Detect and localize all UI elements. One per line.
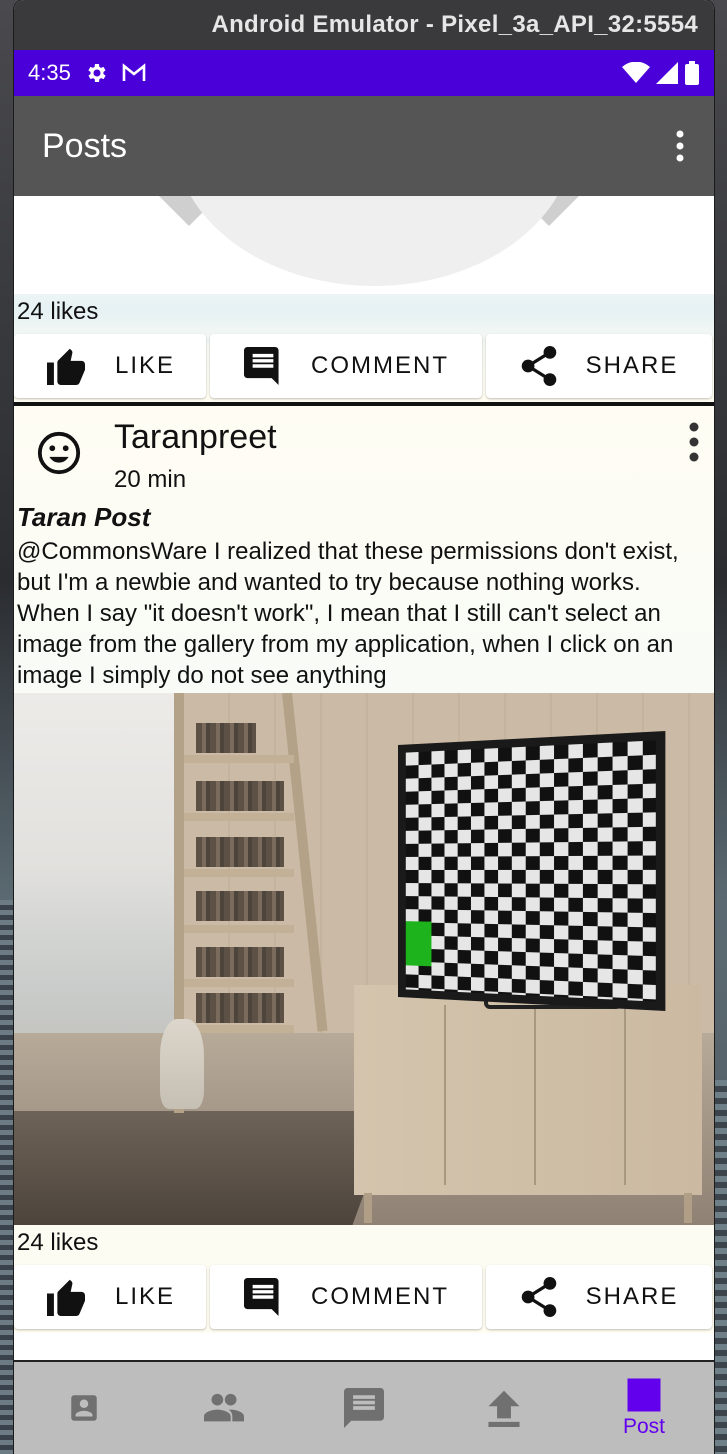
post-title: Taran Post [17, 502, 151, 532]
like-button[interactable]: LIKE [14, 1265, 206, 1329]
like-button[interactable]: LIKE [14, 334, 206, 398]
status-right-icons [622, 61, 700, 85]
post-actions: LIKE COMMENT SHARE [14, 1265, 714, 1333]
comment-icon [244, 1278, 279, 1316]
status-time: 4:35 [28, 60, 71, 85]
like-label: LIKE [114, 1283, 176, 1310]
share-icon [521, 1277, 556, 1317]
app-bar: Posts [14, 96, 714, 196]
desktop-backdrop-left [0, 900, 14, 1454]
post-meta: Taranpreet 20 min [114, 418, 277, 494]
thumb-up-icon [46, 348, 85, 385]
settings-gear-icon [85, 61, 109, 85]
page-title: Posts [42, 126, 128, 165]
post-image-default-avatar [14, 196, 714, 294]
share-label: SHARE [585, 1283, 679, 1310]
gmail-icon [121, 62, 147, 84]
nav-item-upload[interactable] [434, 1362, 574, 1454]
post-card: Taranpreet 20 min Taran Post @CommonsWar… [14, 406, 714, 1333]
share-icon [521, 346, 556, 386]
window-titlebar[interactable]: Android Emulator - Pixel_3a_API_32:5554 [14, 0, 714, 50]
status-bar: 4:35 [14, 50, 714, 96]
battery-icon [685, 61, 699, 85]
post-header: Taranpreet 20 min [14, 406, 714, 502]
posts-feed[interactable]: 24 likes LIKE COMMENT SHARE Taranpreet 2… [14, 196, 714, 1362]
comment-icon [244, 347, 279, 385]
post-image[interactable] [14, 693, 714, 1225]
post-author[interactable]: Taranpreet [114, 418, 277, 456]
nav-label-post: Post [622, 1415, 666, 1438]
people-icon [204, 1393, 244, 1422]
post-actions: LIKE COMMENT SHARE [14, 334, 714, 402]
desktop-backdrop-right [715, 1080, 727, 1454]
likes-count: 24 likes [17, 298, 99, 325]
nav-item-post[interactable]: Post [574, 1362, 714, 1454]
cell-signal-icon [656, 62, 678, 84]
share-button[interactable]: SHARE [486, 334, 712, 398]
like-label: LIKE [114, 352, 176, 379]
post-square-icon [627, 1378, 661, 1412]
upload-icon [488, 1390, 520, 1427]
comment-label: COMMENT [311, 352, 449, 379]
share-label: SHARE [585, 352, 679, 379]
account-box-icon [71, 1395, 97, 1421]
comment-button[interactable]: COMMENT [210, 1265, 482, 1329]
thumb-up-icon [46, 1279, 85, 1316]
comment-button[interactable]: COMMENT [210, 334, 482, 398]
window-title: Android Emulator - Pixel_3a_API_32:5554 [211, 11, 698, 38]
nav-item-messages[interactable] [294, 1362, 434, 1454]
overflow-menu-icon[interactable] [674, 130, 686, 162]
smiley-face-icon[interactable] [36, 430, 82, 481]
share-button[interactable]: SHARE [486, 1265, 712, 1329]
wifi-icon [622, 62, 650, 83]
message-icon [344, 1388, 384, 1428]
post-body: @CommonsWare I realized that these permi… [17, 538, 679, 689]
likes-count: 24 likes [17, 1229, 99, 1256]
bottom-navigation: Post [14, 1360, 714, 1454]
post-card: 24 likes LIKE COMMENT SHARE [14, 196, 714, 402]
nav-item-profile[interactable] [14, 1362, 154, 1454]
nav-item-friends[interactable] [154, 1362, 294, 1454]
comment-label: COMMENT [311, 1283, 449, 1310]
emulator-window: Android Emulator - Pixel_3a_API_32:5554 … [14, 0, 714, 1454]
post-time: 20 min [114, 466, 187, 493]
post-overflow-menu-icon[interactable] [688, 422, 700, 467]
